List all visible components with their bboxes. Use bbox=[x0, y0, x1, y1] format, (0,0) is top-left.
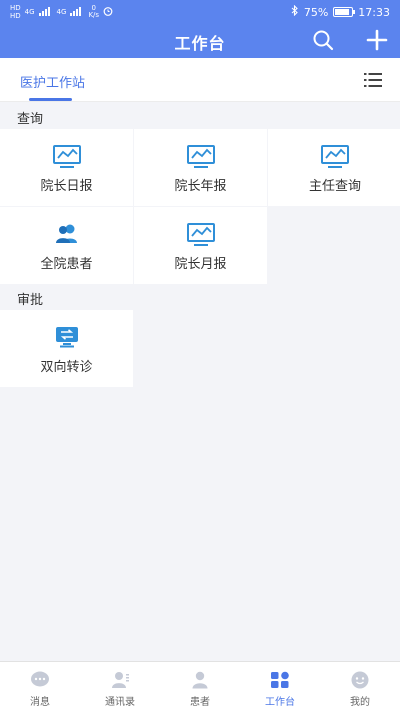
search-icon bbox=[313, 30, 334, 51]
nav-label: 患者 bbox=[190, 697, 210, 708]
section-label-approval: 审批 bbox=[17, 293, 44, 308]
nav-label: 消息 bbox=[30, 697, 50, 708]
grid-item-daily-report[interactable]: 院长日报 bbox=[0, 129, 133, 206]
hd-badge-2: HD bbox=[10, 12, 21, 20]
app-header: 工作台 bbox=[0, 24, 400, 58]
nav-item-me[interactable]: 我的 bbox=[320, 662, 400, 711]
approval-grid: 双向转诊 bbox=[0, 310, 400, 387]
nav-item-patients[interactable]: 患者 bbox=[160, 662, 240, 711]
grid-item-label: 院长年报 bbox=[174, 179, 227, 194]
monitor-chart-icon bbox=[186, 223, 215, 251]
tab-bar: 医护工作站 bbox=[0, 58, 400, 102]
page-title: 工作台 bbox=[174, 34, 226, 53]
monitor-chart-icon bbox=[52, 145, 81, 173]
nav-item-contacts[interactable]: 通讯录 bbox=[80, 662, 160, 711]
sim-indicators: HD HD bbox=[10, 4, 21, 20]
grid-item-label: 双向转诊 bbox=[40, 360, 93, 375]
bottom-nav: 消息 通讯录 患者 工作台 我的 bbox=[0, 661, 400, 711]
grid-item-monthly-report[interactable]: 院长月报 bbox=[134, 207, 267, 284]
grid-item-annual-report[interactable]: 院长年报 bbox=[134, 129, 267, 206]
clock: 17:33 bbox=[358, 5, 390, 19]
smiley-icon bbox=[350, 671, 370, 693]
monitor-chart-icon bbox=[186, 145, 215, 173]
status-bar: HD HD 4G 4G 0 K/s 75% 17:33 bbox=[0, 0, 400, 24]
grid-item-all-patients[interactable]: 全院患者 bbox=[0, 207, 133, 284]
transfer-icon bbox=[55, 326, 79, 352]
grid-item-label: 全院患者 bbox=[40, 257, 93, 272]
menu-button[interactable] bbox=[364, 72, 382, 88]
nav-item-messages[interactable]: 消息 bbox=[0, 662, 80, 711]
tab-active-indicator bbox=[29, 98, 72, 101]
plus-icon bbox=[366, 29, 388, 51]
nav-label: 我的 bbox=[350, 697, 370, 708]
monitor-chart-icon bbox=[321, 145, 349, 173]
network-type-2: 4G bbox=[56, 8, 67, 16]
search-button[interactable] bbox=[312, 29, 334, 51]
battery-percent: 75% bbox=[303, 5, 329, 19]
network-speed: 0 K/s bbox=[88, 5, 99, 19]
status-bar-left: HD HD 4G 4G 0 K/s bbox=[10, 4, 113, 20]
nav-label: 通讯录 bbox=[105, 697, 135, 708]
battery-icon bbox=[333, 7, 356, 17]
workbench-icon bbox=[270, 671, 290, 693]
query-grid: 院长日报 院长年报 主任查询 全院患者 院长月报 bbox=[0, 129, 400, 284]
list-menu-icon bbox=[364, 73, 382, 87]
network-type-1: 4G bbox=[24, 8, 35, 16]
section-label-query: 查询 bbox=[17, 112, 44, 127]
person-icon bbox=[190, 671, 210, 693]
chat-bubble-icon bbox=[30, 671, 50, 693]
grid-item-label: 院长日报 bbox=[40, 179, 93, 194]
hd-badge-1: HD bbox=[10, 4, 21, 12]
signal-icon bbox=[38, 6, 53, 18]
grid-item-label: 主任查询 bbox=[308, 179, 361, 194]
add-button[interactable] bbox=[366, 29, 388, 51]
grid-item-label: 院长月报 bbox=[174, 257, 227, 272]
battery-fill bbox=[335, 9, 349, 15]
users-icon bbox=[55, 223, 79, 249]
grid-item-director-query[interactable]: 主任查询 bbox=[268, 129, 400, 206]
nav-item-workbench[interactable]: 工作台 bbox=[240, 662, 320, 711]
alarm-icon bbox=[103, 6, 113, 18]
nav-label: 工作台 bbox=[265, 697, 295, 708]
grid-item-referral[interactable]: 双向转诊 bbox=[0, 310, 133, 387]
signal-icon bbox=[70, 6, 84, 18]
bluetooth-icon bbox=[291, 4, 299, 19]
network-speed-unit: K/s bbox=[88, 11, 100, 19]
contacts-icon bbox=[110, 671, 130, 693]
status-bar-right: 75% 17:33 bbox=[291, 4, 390, 19]
tab-medical-workstation[interactable]: 医护工作站 bbox=[20, 72, 85, 91]
